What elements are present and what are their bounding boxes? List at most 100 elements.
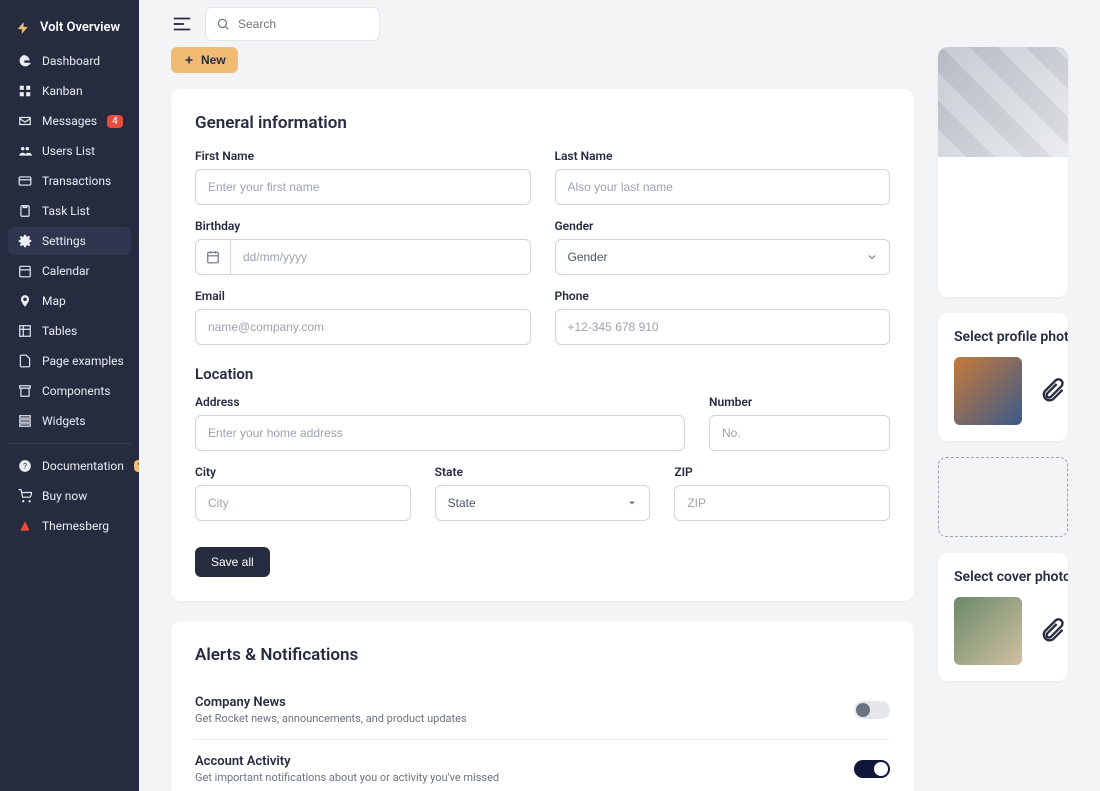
last-name-label: Last Name <box>555 149 891 163</box>
inbox-icon <box>18 114 32 128</box>
card-title: Alerts & Notifications <box>195 645 890 665</box>
sidebar-item-task-list[interactable]: Task List <box>8 197 131 225</box>
alert-desc: Get important notifications about you or… <box>195 771 499 784</box>
sidebar-item-label: Calendar <box>42 264 90 278</box>
menu-toggle[interactable] <box>171 13 193 35</box>
sidebar-item-calendar[interactable]: Calendar <box>8 257 131 285</box>
gender-label: Gender <box>555 219 891 233</box>
sidebar-item-buy-now[interactable]: Buy now <box>8 482 131 510</box>
search-icon <box>216 17 230 31</box>
gender-select[interactable]: Gender <box>555 239 891 275</box>
badge: 4 <box>107 115 123 128</box>
sidebar-item-kanban[interactable]: Kanban <box>8 77 131 105</box>
cover-photo-card: Select cover photo <box>938 553 1068 681</box>
sidebar-item-page-examples[interactable]: Page examples <box>8 347 131 375</box>
search-input[interactable] <box>230 17 369 31</box>
sidebar-item-label: Buy now <box>42 489 87 503</box>
number-input[interactable] <box>709 415 890 451</box>
state-label: State <box>435 465 651 479</box>
calendar-icon <box>195 239 230 275</box>
sidebar-item-messages[interactable]: Messages 4 <box>8 107 131 135</box>
clipboard-icon <box>18 204 32 218</box>
number-label: Number <box>709 395 890 409</box>
profile-photo-title: Select profile photo <box>954 329 1052 345</box>
city-input[interactable] <box>195 485 411 521</box>
location-title: Location <box>195 365 890 383</box>
sidebar-item-themesberg[interactable]: Themesberg <box>8 512 131 540</box>
topbar <box>139 0 1100 47</box>
map-pin-icon <box>18 294 32 308</box>
zip-label: ZIP <box>674 465 890 479</box>
sidebar: Volt Overview Dashboard Kanban Messages … <box>0 0 139 791</box>
brand-label: Volt Overview <box>40 20 120 35</box>
state-select[interactable]: State <box>435 485 651 521</box>
sidebar-item-label: Settings <box>42 234 86 248</box>
sidebar-item-documentation[interactable]: ? Documentation v1.3 <box>8 452 131 480</box>
attachment-icon[interactable] <box>1038 377 1066 405</box>
new-button[interactable]: New <box>171 47 238 73</box>
sidebar-item-dashboard[interactable]: Dashboard <box>8 47 131 75</box>
sidebar-item-label: Task List <box>42 204 90 218</box>
sidebar-item-label: Map <box>42 294 66 308</box>
first-name-input[interactable] <box>195 169 531 205</box>
alerts-card: Alerts & Notifications Company News Get … <box>171 621 914 791</box>
birthday-input[interactable] <box>230 239 531 275</box>
sidebar-item-tables[interactable]: Tables <box>8 317 131 345</box>
archive-icon <box>18 384 32 398</box>
main: New General information First Name Last … <box>139 0 1100 791</box>
alert-desc: Get Rocket news, announcements, and prod… <box>195 712 467 725</box>
themesberg-icon <box>18 519 32 533</box>
sidebar-item-transactions[interactable]: Transactions <box>8 167 131 195</box>
attachment-icon[interactable] <box>1038 617 1066 645</box>
address-input[interactable] <box>195 415 685 451</box>
chart-pie-icon <box>18 54 32 68</box>
file-icon <box>18 354 32 368</box>
alert-title: Account Activity <box>195 754 499 769</box>
svg-text:?: ? <box>23 461 27 471</box>
sidebar-item-settings[interactable]: Settings <box>8 227 131 255</box>
brand[interactable]: Volt Overview <box>8 16 131 47</box>
sidebar-item-label: Documentation <box>42 459 124 473</box>
calendar-icon <box>18 264 32 278</box>
last-name-input[interactable] <box>555 169 891 205</box>
credit-card-icon <box>18 174 32 188</box>
search-box[interactable] <box>205 7 380 41</box>
phone-label: Phone <box>555 289 891 303</box>
alert-company-news: Company News Get Rocket news, announceme… <box>195 681 890 740</box>
sidebar-item-label: Kanban <box>42 84 83 98</box>
sidebar-item-label: Page examples <box>42 354 124 368</box>
sidebar-item-label: Themesberg <box>42 519 109 533</box>
sidebar-item-label: Transactions <box>42 174 111 188</box>
cover-photo-title: Select cover photo <box>954 569 1052 585</box>
sidebar-item-label: Users List <box>42 144 95 158</box>
phone-input[interactable] <box>555 309 891 345</box>
sidebar-item-label: Components <box>42 384 111 398</box>
toggle-company-news[interactable] <box>854 701 890 719</box>
sidebar-item-components[interactable]: Components <box>8 377 131 405</box>
toggle-account-activity[interactable] <box>854 760 890 778</box>
card-title: General information <box>195 113 890 133</box>
profile-thumb[interactable] <box>954 357 1022 425</box>
first-name-label: First Name <box>195 149 531 163</box>
sidebar-item-map[interactable]: Map <box>8 287 131 315</box>
cover-thumb[interactable] <box>954 597 1022 665</box>
sidebar-divider <box>8 443 131 444</box>
zip-input[interactable] <box>674 485 890 521</box>
alert-account-activity: Account Activity Get important notificat… <box>195 740 890 791</box>
sidebar-item-label: Widgets <box>42 414 86 428</box>
dropzone[interactable] <box>938 457 1068 537</box>
profile-photo-card: Select profile photo <box>938 313 1068 441</box>
users-icon <box>18 144 32 158</box>
alert-title: Company News <box>195 695 467 710</box>
gear-icon <box>18 234 32 248</box>
lightning-icon <box>16 21 30 35</box>
sidebar-item-widgets[interactable]: Widgets <box>8 407 131 435</box>
widgets-icon <box>18 414 32 428</box>
save-all-button[interactable]: Save all <box>195 547 270 577</box>
help-icon: ? <box>18 459 32 473</box>
general-information-card: General information First Name Last Name… <box>171 89 914 601</box>
sidebar-item-users-list[interactable]: Users List <box>8 137 131 165</box>
email-input[interactable] <box>195 309 531 345</box>
cart-icon <box>18 489 32 503</box>
birthday-label: Birthday <box>195 219 531 233</box>
